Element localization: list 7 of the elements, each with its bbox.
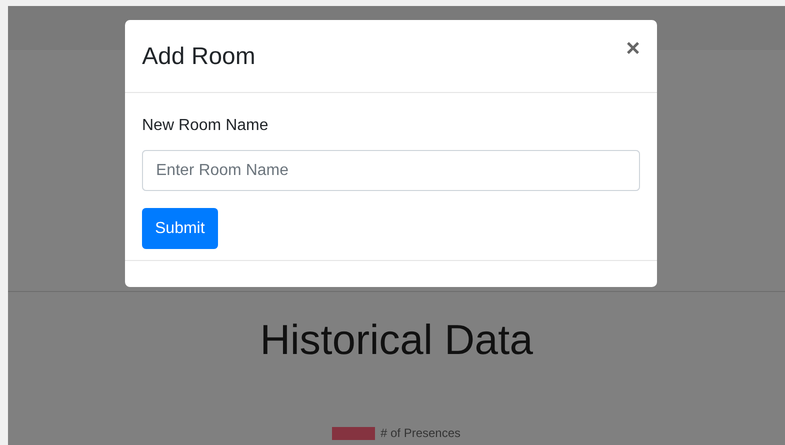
- submit-button[interactable]: Submit: [142, 208, 218, 249]
- page-heading: Historical Data: [260, 315, 534, 365]
- close-button[interactable]: ×: [626, 37, 640, 61]
- legend-label: # of Presences: [380, 425, 461, 442]
- room-name-input[interactable]: Enter Room Name: [142, 150, 640, 191]
- field-label: New Room Name: [142, 116, 270, 136]
- modal-title: Add Room: [142, 42, 256, 72]
